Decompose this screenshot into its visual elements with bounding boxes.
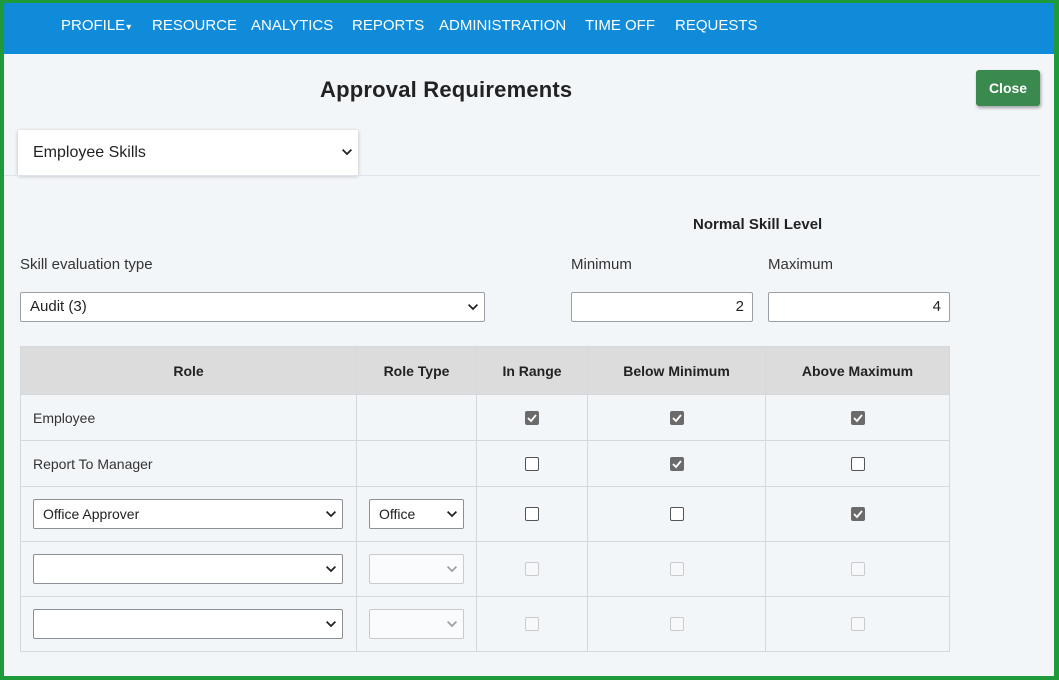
header-role: Role (173, 362, 204, 379)
above-maximum-cell (765, 395, 949, 440)
skill-eval-type-value: Audit (3) (30, 298, 87, 315)
app-frame: PROFILE▾ RESOURCE ANALYTICS REPORTS ADMI… (4, 3, 1054, 676)
role-select[interactable] (33, 609, 343, 639)
below-minimum-cell (587, 597, 765, 651)
role-type-select-value: Office (379, 506, 416, 522)
in-range-cell (476, 487, 587, 541)
above-maximum-checkbox[interactable] (850, 507, 865, 521)
role-cell: Office Approver (21, 487, 356, 541)
role-select-value: Office Approver (43, 506, 140, 522)
role-type-cell (356, 395, 476, 440)
below-minimum-cell (587, 395, 765, 440)
chevron-down-icon (447, 500, 457, 528)
section-divider (4, 175, 1040, 176)
maximum-label: Maximum (768, 256, 834, 273)
table-row: Office Approver Office (21, 486, 949, 541)
chevron-down-icon (326, 555, 336, 583)
below-minimum-cell (587, 441, 765, 486)
header-in-range: In Range (476, 347, 587, 394)
table-row: Report To Manager (21, 440, 949, 486)
role-type-cell (356, 597, 476, 651)
role-label: Report To Manager (33, 455, 153, 472)
nav-analytics[interactable]: ANALYTICS (251, 17, 333, 34)
role-type-select[interactable]: Office (369, 499, 464, 529)
above-maximum-cell (765, 542, 949, 596)
chevron-down-icon (342, 130, 352, 175)
page-title: Approval Requirements (320, 77, 573, 102)
in-range-cell (476, 395, 587, 440)
top-navbar: PROFILE▾ RESOURCE ANALYTICS REPORTS ADMI… (4, 3, 1054, 54)
role-type-cell (356, 441, 476, 486)
nav-reports[interactable]: REPORTS (352, 17, 424, 34)
table-row (21, 541, 949, 596)
in-range-checkbox[interactable] (525, 456, 539, 471)
nav-requests[interactable]: REQUESTS (675, 17, 758, 34)
below-minimum-checkbox[interactable] (669, 410, 684, 425)
header-below-minimum: Below Minimum (587, 347, 765, 394)
above-maximum-checkbox[interactable] (850, 410, 865, 425)
role-type-select (369, 609, 464, 639)
below-minimum-checkbox[interactable] (669, 507, 684, 521)
approval-grid: Role Role Type In Range Below Minimum Ab… (20, 346, 950, 652)
role-cell: Report To Manager (21, 441, 356, 486)
chevron-down-icon (468, 293, 478, 321)
in-range-cell (476, 597, 587, 651)
skill-eval-type-select[interactable]: Audit (3) (20, 292, 485, 322)
nav-profile[interactable]: PROFILE▾ (61, 17, 131, 34)
above-maximum-checkbox (850, 617, 865, 631)
role-label: Employee (33, 409, 96, 426)
role-cell (21, 542, 356, 596)
header-above-maximum: Above Maximum (765, 347, 949, 394)
role-cell (21, 597, 356, 651)
header-role-type: Role Type (356, 347, 476, 394)
nav-time-off[interactable]: TIME OFF (585, 17, 655, 34)
below-minimum-cell (587, 542, 765, 596)
category-select-value: Employee Skills (33, 144, 146, 161)
role-select[interactable]: Office Approver (33, 499, 343, 529)
in-range-cell (476, 542, 587, 596)
above-maximum-cell (765, 441, 949, 486)
table-row: Employee (21, 394, 949, 440)
chevron-down-icon (447, 555, 457, 583)
role-type-select (369, 554, 464, 584)
role-cell: Employee (21, 395, 356, 440)
category-select[interactable]: Employee Skills (18, 130, 358, 175)
above-maximum-cell (765, 597, 949, 651)
skill-eval-type-label: Skill evaluation type (20, 256, 153, 273)
chevron-down-icon (326, 500, 336, 528)
in-range-cell (476, 441, 587, 486)
nav-administration[interactable]: ADMINISTRATION (439, 17, 566, 34)
above-maximum-checkbox (850, 562, 865, 576)
chevron-down-icon (447, 610, 457, 638)
normal-skill-level-heading: Normal Skill Level (693, 216, 823, 233)
minimum-label: Minimum (571, 256, 632, 273)
in-range-checkbox[interactable] (525, 507, 539, 521)
table-row (21, 596, 949, 651)
in-range-checkbox (525, 617, 539, 631)
below-minimum-checkbox[interactable] (669, 456, 684, 471)
grid-header-row: Role Role Type In Range Below Minimum Ab… (21, 347, 949, 394)
maximum-input[interactable]: 4 (768, 292, 950, 322)
above-maximum-checkbox[interactable] (850, 456, 865, 471)
minimum-input[interactable]: 2 (571, 292, 753, 322)
in-range-checkbox (525, 562, 539, 576)
role-select[interactable] (33, 554, 343, 584)
chevron-down-icon (326, 610, 336, 638)
role-type-cell (356, 542, 476, 596)
close-button[interactable]: Close (976, 70, 1040, 106)
above-maximum-cell (765, 487, 949, 541)
nav-profile-label: PROFILE (61, 17, 126, 34)
nav-resource[interactable]: RESOURCE (152, 17, 237, 34)
below-minimum-cell (587, 487, 765, 541)
below-minimum-checkbox (669, 617, 684, 631)
caret-down-icon: ▾ (126, 22, 132, 33)
in-range-checkbox[interactable] (525, 410, 539, 425)
below-minimum-checkbox (669, 562, 684, 576)
role-type-cell: Office (356, 487, 476, 541)
